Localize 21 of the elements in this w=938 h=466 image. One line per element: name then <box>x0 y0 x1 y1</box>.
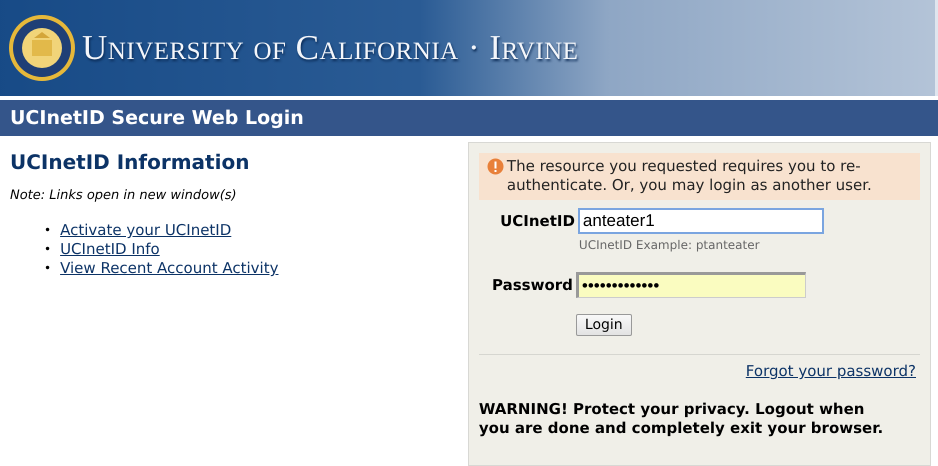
field-label: UCInetID <box>499 212 576 230</box>
alert-icon <box>486 158 504 175</box>
info-link[interactable]: UCInetID Info <box>60 240 160 259</box>
bullet: • <box>44 260 52 277</box>
note-text: Note: Links open in new window(s) <box>10 188 238 203</box>
text-field[interactable]: ••••••••••••• <box>576 272 806 298</box>
page-title: UCInetID Secure Web Login <box>10 107 304 129</box>
university-name: University of California · Irvine <box>82 28 578 68</box>
alert-text: The resource you requested requires you to re-authenticate. Or, you may login as another user. <box>506 157 873 195</box>
bullet: • <box>44 222 52 239</box>
login-button[interactable]: Login <box>576 314 632 336</box>
bullet: • <box>44 241 52 258</box>
field-label: Password <box>491 276 574 294</box>
section-heading: UCInetID Information <box>10 150 250 174</box>
seal-logo <box>8 14 76 82</box>
field-hint: UCInetID Example: ptanteater <box>578 238 761 252</box>
info-link[interactable]: Activate your UCInetID <box>60 221 232 240</box>
forgot-password-link[interactable]: Forgot your password? <box>746 362 916 380</box>
text-field[interactable]: anteater1 <box>578 208 824 234</box>
info-link[interactable]: View Recent Account Activity <box>60 259 278 278</box>
warning-text: WARNING! Protect your privacy. Logout when you are done and completely exit your browser. <box>478 400 884 438</box>
